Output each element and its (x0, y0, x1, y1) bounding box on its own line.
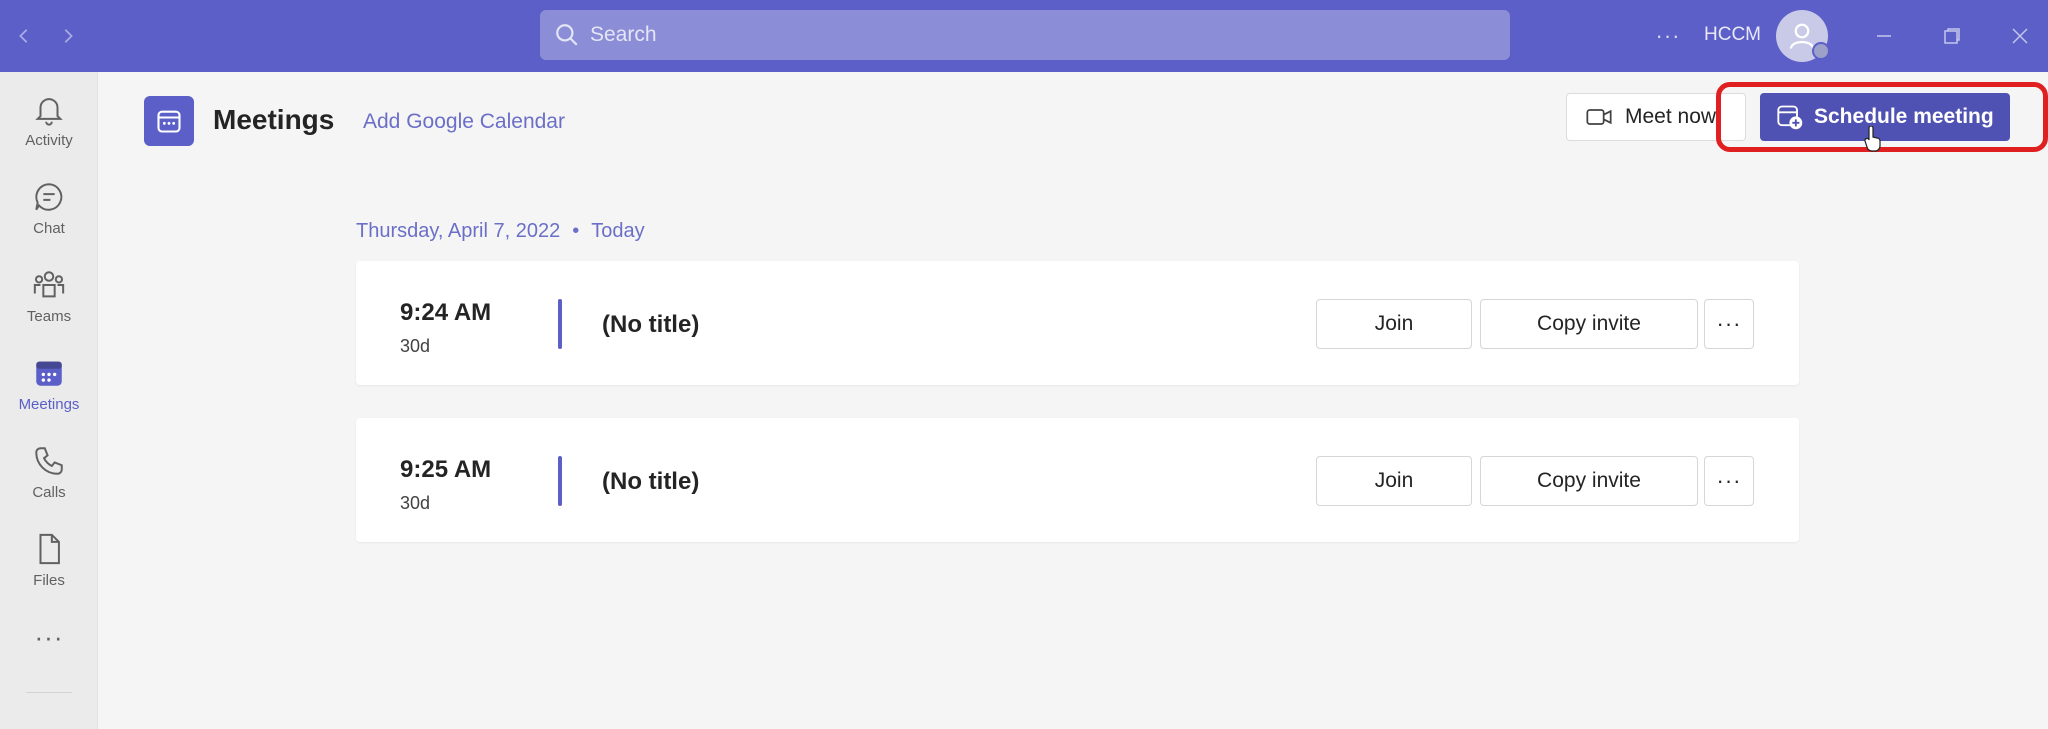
meeting-duration: 30d (400, 336, 431, 356)
org-name: HCCM (1704, 24, 1761, 45)
minimize-icon (1877, 35, 1891, 37)
close-icon (2012, 28, 2028, 44)
meeting-title: (No title) (602, 311, 700, 338)
chevron-left-icon (19, 29, 28, 43)
highlight-annotation (1716, 82, 2048, 152)
minimize-button[interactable] (1864, 16, 1904, 56)
chevron-right-icon (64, 29, 73, 43)
meeting-time: 9:25 AM (400, 456, 492, 483)
more-apps-button[interactable]: ··· (0, 622, 98, 653)
meeting-card[interactable]: 9:25 AM 30d (No title) Join Copy invite … (356, 418, 1799, 542)
search-icon (556, 24, 578, 46)
back-button[interactable] (6, 18, 42, 54)
copy-invite-button[interactable]: Copy invite (1480, 299, 1698, 349)
title-bar: ··· HCCM (0, 0, 2048, 72)
meeting-time: 9:24 AM (400, 299, 492, 326)
today-label: Today (591, 220, 645, 242)
rail-divider (26, 692, 72, 693)
meeting-title: (No title) (602, 468, 700, 495)
rail-item-label: Files (33, 572, 65, 589)
meeting-color-bar (558, 299, 562, 349)
restore-icon (1944, 28, 1960, 44)
teams-icon (33, 271, 65, 298)
rail-item-files[interactable]: Files (0, 526, 98, 604)
hand-cursor-icon (1864, 126, 1881, 152)
calendar-icon (36, 361, 62, 386)
meet-now-label: Meet now (1625, 105, 1717, 128)
date-header: Thursday, April 7, 2022 • Today (356, 220, 645, 243)
app-rail: Activity Chat Teams Meetings Calls Files… (0, 72, 98, 729)
add-google-calendar-link[interactable]: Add Google Calendar (363, 110, 565, 134)
rail-item-calls[interactable]: Calls (0, 438, 98, 516)
copy-invite-button[interactable]: Copy invite (1480, 456, 1698, 506)
meeting-duration: 30d (400, 493, 431, 513)
file-icon (39, 533, 60, 565)
search-input[interactable] (590, 23, 1470, 47)
meeting-more-options-button[interactable]: ··· (1704, 456, 1754, 506)
rail-item-label: Teams (26, 308, 72, 325)
forward-button[interactable] (50, 18, 86, 54)
presence-status-icon (1812, 42, 1830, 60)
meeting-more-options-button[interactable]: ··· (1704, 299, 1754, 349)
rail-item-meetings[interactable]: Meetings (0, 350, 98, 428)
rail-item-label: Calls (32, 484, 66, 501)
restore-button[interactable] (1932, 16, 1972, 56)
date-label: Thursday, April 7, 2022 (356, 220, 561, 242)
join-button[interactable]: Join (1316, 299, 1472, 349)
join-button[interactable]: Join (1316, 456, 1472, 506)
rail-item-activity[interactable]: Activity (0, 86, 98, 164)
more-options-button[interactable]: ··· (1650, 18, 1686, 54)
meetings-app-icon (144, 96, 194, 146)
rail-item-chat[interactable]: Chat (0, 174, 98, 252)
date-separator: • (572, 220, 580, 242)
meeting-card[interactable]: 9:24 AM 30d (No title) Join Copy invite … (356, 261, 1799, 385)
rail-item-teams[interactable]: Teams (0, 262, 98, 340)
video-camera-icon (1586, 109, 1612, 125)
close-button[interactable] (2000, 16, 2040, 56)
rail-item-label: Chat (33, 220, 65, 237)
search-bar[interactable] (540, 10, 1510, 60)
phone-icon (35, 447, 63, 475)
calendar-icon (157, 110, 181, 133)
rail-item-label: Meetings (18, 396, 80, 413)
page-title: Meetings (213, 104, 335, 135)
meeting-color-bar (558, 456, 562, 506)
bell-icon (35, 98, 63, 126)
rail-item-label: Activity (25, 132, 73, 149)
chat-icon (35, 183, 63, 211)
